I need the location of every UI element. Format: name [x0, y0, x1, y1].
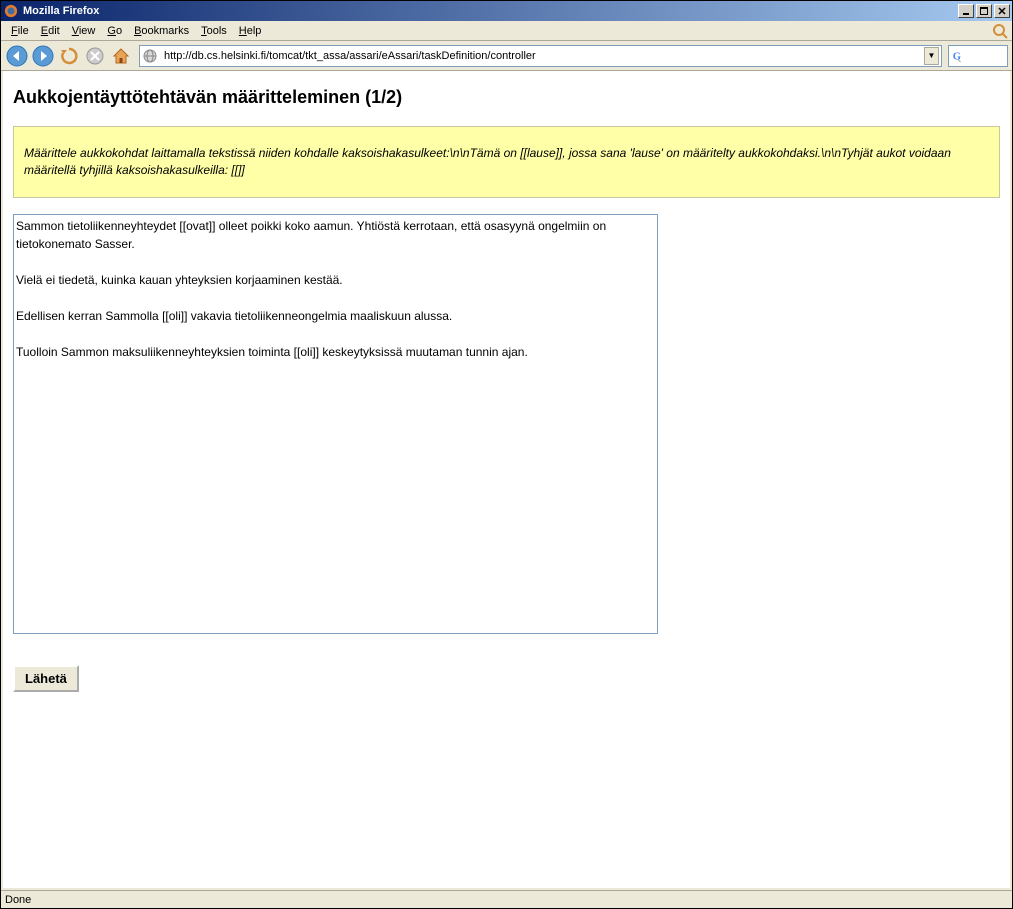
submit-button[interactable]: Lähetä: [13, 665, 79, 692]
firefox-icon: [3, 3, 19, 19]
menu-file[interactable]: File: [5, 23, 35, 39]
search-box[interactable]: G: [948, 45, 1008, 67]
page-title: Aukkojentäyttötehtävän määritteleminen (…: [13, 87, 1000, 108]
url-input[interactable]: [162, 49, 924, 63]
stop-button[interactable]: [83, 44, 107, 68]
menu-go[interactable]: Go: [101, 23, 128, 39]
menu-edit[interactable]: Edit: [35, 23, 66, 39]
page-content: Aukkojentäyttötehtävän määritteleminen (…: [3, 71, 1010, 888]
menu-tools[interactable]: Tools: [195, 23, 233, 39]
window-title: Mozilla Firefox: [23, 5, 958, 17]
menu-view[interactable]: View: [66, 23, 102, 39]
menu-help[interactable]: Help: [233, 23, 268, 39]
home-button[interactable]: [109, 44, 133, 68]
status-bar: Done: [1, 890, 1012, 908]
window-titlebar: Mozilla Firefox: [1, 1, 1012, 21]
status-text: Done: [5, 894, 31, 906]
minimize-button[interactable]: [958, 4, 974, 18]
menu-bar: File Edit View Go Bookmarks Tools Help: [1, 21, 1012, 41]
page-favicon-icon: [142, 48, 158, 64]
maximize-button[interactable]: [976, 4, 992, 18]
throbber-icon: [992, 23, 1008, 39]
navigation-toolbar: ▼ G: [1, 41, 1012, 71]
browser-viewport: Aukkojentäyttötehtävän määritteleminen (…: [1, 71, 1012, 890]
url-dropdown-button[interactable]: ▼: [924, 47, 939, 65]
url-bar[interactable]: ▼: [139, 45, 942, 67]
close-button[interactable]: [994, 4, 1010, 18]
forward-button[interactable]: [31, 44, 55, 68]
reload-button[interactable]: [57, 44, 81, 68]
google-icon: G: [951, 49, 965, 63]
menu-bookmarks[interactable]: Bookmarks: [128, 23, 195, 39]
back-button[interactable]: [5, 44, 29, 68]
info-box: Määrittele aukkokohdat laittamalla tekst…: [13, 126, 1000, 198]
task-textarea[interactable]: [13, 214, 658, 634]
